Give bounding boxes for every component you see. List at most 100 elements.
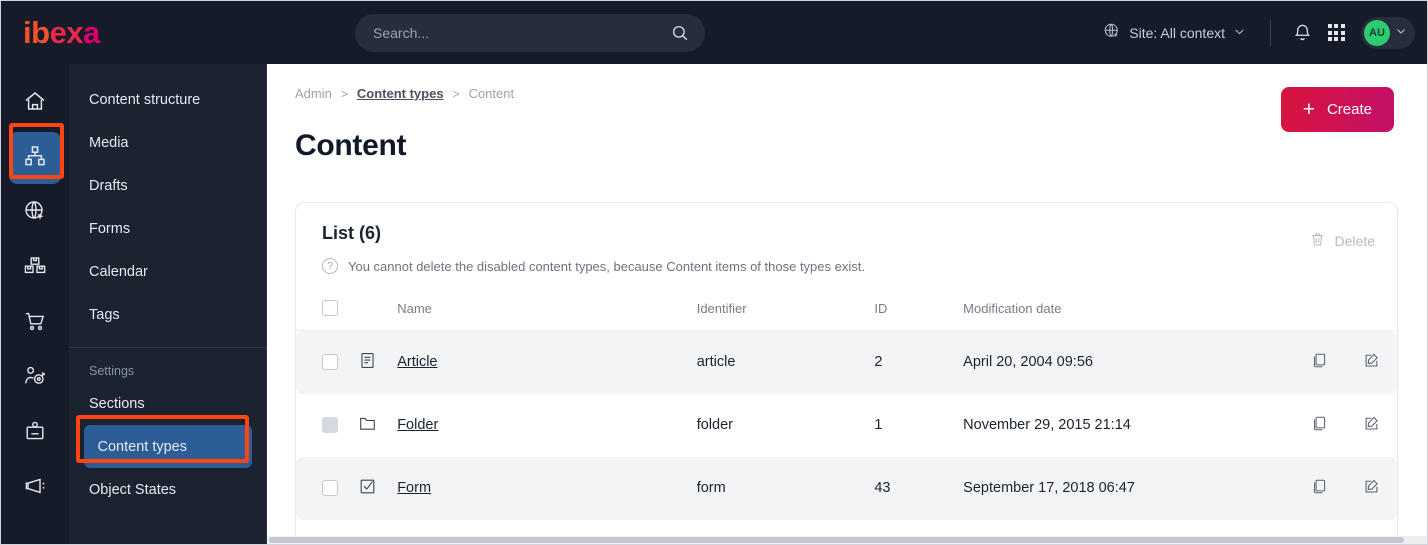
row-identifier-cell: form (696, 456, 875, 520)
select-all-checkbox[interactable] (322, 300, 338, 316)
th-select-all (296, 292, 358, 331)
content-type-link[interactable]: Article (397, 354, 437, 370)
row-select-cell (296, 394, 358, 457)
row-checkbox[interactable] (322, 480, 338, 496)
th-id[interactable]: ID (874, 292, 964, 331)
table-row[interactable]: Article article 2 April 20, 2004 09:56 (296, 330, 1397, 394)
row-identifier-cell: folder (696, 417, 733, 433)
rail-item-commerce-cart[interactable] (9, 297, 61, 349)
row-name-cell: Article (397, 330, 697, 394)
global-search-box[interactable] (355, 13, 705, 52)
row-checkbox (322, 417, 338, 433)
row-copy-cell (1293, 456, 1346, 520)
sidebar-item-label: Content structure (89, 91, 201, 108)
copy-icon[interactable] (1311, 352, 1328, 373)
row-id-cell: 1 (874, 417, 883, 433)
user-menu[interactable]: AU (1361, 16, 1415, 49)
th-copy-action (1293, 292, 1346, 331)
sidebar-item-object-states[interactable]: Object States (69, 468, 266, 511)
sidebar-item-media[interactable]: Media (69, 121, 266, 164)
site-context-label: Site: All context (1129, 24, 1225, 41)
globe-pointer-icon (1103, 22, 1121, 43)
chevron-down-icon (1233, 25, 1246, 41)
application-window: ibexa Site: All conte (0, 0, 1428, 545)
table-row[interactable]: Form form 43 September 17, 2018 06:47 (296, 456, 1397, 520)
main-content-area: Admin > Content types > Content Content … (267, 64, 1427, 544)
delete-button-label: Delete (1334, 233, 1375, 249)
search-input[interactable] (373, 24, 671, 41)
rail-item-dashboard-home[interactable] (9, 77, 61, 129)
sidebar-item-forms[interactable]: Forms (69, 207, 266, 250)
top-bar-actions: Site: All context AU (1093, 1, 1415, 64)
apps-grid-icon[interactable] (1319, 16, 1353, 50)
edit-icon[interactable] (1363, 352, 1380, 373)
row-type-icon-cell (357, 456, 398, 520)
content-type-link[interactable]: Folder (397, 417, 438, 433)
document-icon (358, 351, 397, 374)
row-checkbox[interactable] (322, 354, 338, 371)
sidebar-item-label: Object States (89, 481, 177, 498)
row-select-cell (296, 330, 358, 394)
table-row[interactable]: Folder folder 1 November 29, 2015 21:14 (296, 394, 1397, 457)
scrollbar-thumb[interactable] (269, 537, 1404, 543)
delete-button[interactable]: Delete (1309, 231, 1375, 251)
globe-pointer-icon (23, 199, 47, 228)
horizontal-scrollbar[interactable] (267, 536, 1427, 544)
rail-item-user-management[interactable] (9, 407, 61, 459)
sidebar-item-label: Forms (89, 220, 131, 237)
sidebar-item-tags[interactable]: Tags (69, 293, 266, 336)
avatar: AU (1364, 19, 1390, 46)
sidebar-item-content-types[interactable]: Content types (83, 425, 252, 468)
sidebar-item-label: Drafts (89, 177, 128, 194)
th-edit-action (1345, 292, 1397, 331)
trash-icon (1309, 231, 1326, 251)
edit-icon[interactable] (1363, 478, 1380, 499)
sidebar-item-calendar[interactable]: Calendar (69, 250, 266, 293)
th-identifier[interactable]: Identifier (696, 292, 875, 331)
rail-item-product-catalog[interactable] (9, 242, 61, 294)
sidebar-item-label: Calendar (89, 263, 148, 280)
sidebar-item-label: Content types (97, 438, 187, 455)
content-types-list-card: List (6) ? You cannot delete the disable… (295, 202, 1398, 544)
row-type-icon-cell (357, 330, 398, 394)
edit-icon[interactable] (1363, 415, 1380, 436)
row-modification-date-cell: September 17, 2018 06:47 (963, 456, 1294, 520)
rail-item-personalization[interactable] (9, 352, 61, 404)
secondary-sidebar: Content structure Media Drafts Forms Cal… (69, 64, 267, 544)
create-button[interactable]: + Create (1280, 87, 1394, 132)
card-header: List (6) ? You cannot delete the disable… (296, 203, 1397, 274)
th-name[interactable]: Name (397, 292, 697, 331)
row-modification-date-cell: April 20, 2004 09:56 (963, 330, 1294, 394)
home-icon (23, 89, 47, 118)
sidebar-item-label: Tags (89, 306, 120, 323)
breadcrumb-separator: > (340, 86, 348, 101)
copy-icon[interactable] (1311, 415, 1328, 436)
content-type-link[interactable]: Form (397, 480, 431, 496)
site-context-selector[interactable]: Site: All context (1093, 16, 1256, 49)
sidebar-item-content-structure[interactable]: Content structure (69, 78, 266, 121)
sidebar-item-sections[interactable]: Sections (69, 382, 266, 425)
sidebar-section-label: Settings (89, 364, 135, 378)
row-identifier-cell: article (696, 330, 875, 394)
rail-item-campaigns[interactable] (9, 462, 61, 514)
row-edit-cell (1345, 394, 1397, 457)
row-edit-cell (1345, 456, 1397, 520)
toolbar-divider (1270, 19, 1271, 46)
breadcrumb-root[interactable]: Admin (295, 86, 332, 101)
notifications-bell-icon[interactable] (1285, 16, 1319, 50)
row-edit-cell (1345, 330, 1397, 394)
row-name-cell: Folder (397, 394, 697, 457)
rail-item-site-management[interactable] (9, 187, 61, 239)
search-icon[interactable] (671, 24, 689, 42)
row-id-cell: 43 (874, 456, 964, 520)
folder-icon (358, 414, 397, 437)
list-hint-text: You cannot delete the disabled content t… (348, 258, 865, 274)
rail-item-content-structure[interactable] (9, 132, 61, 184)
list-title: List (6) (322, 223, 382, 243)
ibexa-logo[interactable]: ibexa (1, 17, 269, 48)
breadcrumb-link-content-types[interactable]: Content types (357, 86, 444, 101)
sidebar-item-drafts[interactable]: Drafts (69, 164, 266, 207)
copy-icon[interactable] (1311, 478, 1328, 499)
th-modification-date[interactable]: Modification date (963, 292, 1294, 331)
row-name-cell: Form (397, 456, 697, 520)
